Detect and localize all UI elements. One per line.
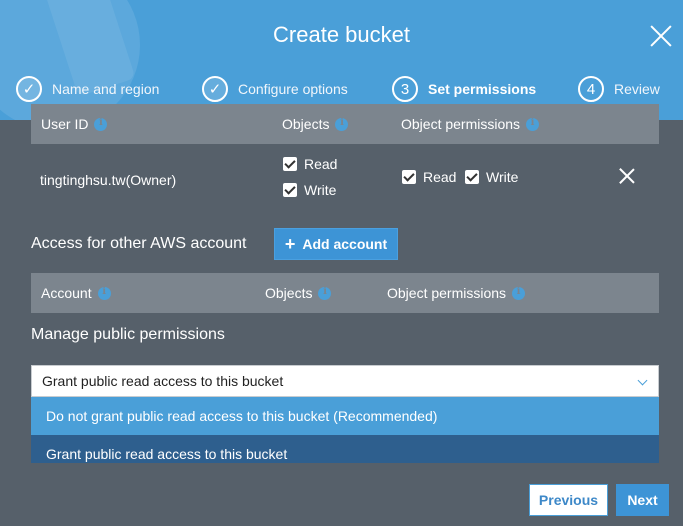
permissions-read-checkbox[interactable] <box>402 170 416 184</box>
step-label: Set permissions <box>428 81 537 97</box>
column-label: Account <box>41 285 92 301</box>
column-user-id: User ID <box>41 116 108 132</box>
column-label: Objects <box>265 285 313 301</box>
objects-read-checkbox[interactable] <box>283 157 297 171</box>
public-permissions-select[interactable]: Grant public read access to this bucket <box>31 365 659 397</box>
column-objects: Objects <box>282 116 349 132</box>
user-id-cell: tingtinghsu.tw(Owner) <box>40 172 177 188</box>
info-icon[interactable] <box>94 117 108 131</box>
checkbox-label: Write <box>304 182 337 198</box>
other-account-label: Access for other AWS account <box>31 235 247 252</box>
checkbox-label: Write <box>486 169 519 185</box>
column-label: Object permissions <box>401 116 521 132</box>
table-row: tingtinghsu.tw(Owner) Read Write Read Wr… <box>31 150 659 210</box>
wizard-steps: ✓ Name and region ✓ Configure options 3 … <box>0 74 683 104</box>
checkbox-label: Read <box>304 156 338 172</box>
objects-write: Write <box>283 182 336 198</box>
option-grant-public-read[interactable]: Grant public read access to this bucket <box>31 435 659 463</box>
column-object-permissions: Object permissions <box>387 285 526 301</box>
info-icon[interactable] <box>97 286 111 300</box>
column-objects: Objects <box>265 285 332 301</box>
step-review[interactable]: 4 Review <box>578 74 660 104</box>
chevron-down-icon <box>637 375 648 386</box>
dialog-title: Create bucket <box>273 22 410 47</box>
close-icon[interactable] <box>649 24 673 48</box>
permissions-write-checkbox[interactable] <box>465 170 479 184</box>
next-button[interactable]: Next <box>616 484 669 516</box>
plus-icon: + <box>284 234 296 254</box>
info-icon[interactable] <box>526 117 540 131</box>
checkbox-label: Read <box>423 169 457 185</box>
add-account-button[interactable]: + Add account <box>274 228 398 260</box>
permissions-read: Read <box>402 169 456 185</box>
step-configure-options[interactable]: ✓ Configure options <box>202 74 348 104</box>
column-label: Object permissions <box>387 285 507 301</box>
column-label: User ID <box>41 116 89 132</box>
option-do-not-grant[interactable]: Do not grant public read access to this … <box>31 397 659 435</box>
user-table-header: User ID Objects Object permissions <box>31 104 659 144</box>
select-value: Grant public read access to this bucket <box>42 373 284 389</box>
info-icon[interactable] <box>512 286 526 300</box>
step-name-and-region[interactable]: ✓ Name and region <box>16 74 159 104</box>
account-table-header: Account Objects Object permissions <box>31 273 659 313</box>
column-object-permissions: Object permissions <box>401 116 540 132</box>
check-icon: ✓ <box>16 76 42 102</box>
info-icon[interactable] <box>335 117 349 131</box>
dialog-header: Create bucket ✓ Name and region ✓ Config… <box>0 0 683 120</box>
column-account: Account <box>41 285 111 301</box>
public-permissions-label: Manage public permissions <box>31 326 225 343</box>
info-icon[interactable] <box>318 286 332 300</box>
check-icon: ✓ <box>202 76 228 102</box>
remove-icon[interactable] <box>619 168 635 184</box>
objects-write-checkbox[interactable] <box>283 183 297 197</box>
step-label: Configure options <box>238 81 348 97</box>
step-label: Name and region <box>52 81 160 97</box>
step-set-permissions[interactable]: 3 Set permissions <box>392 74 536 104</box>
step-number: 3 <box>392 76 418 102</box>
step-number: 4 <box>578 76 604 102</box>
step-label: Review <box>614 81 660 97</box>
previous-button[interactable]: Previous <box>529 484 608 516</box>
column-label: Objects <box>282 116 330 132</box>
add-account-label: Add account <box>302 236 388 252</box>
objects-read: Read <box>283 156 337 172</box>
permissions-write: Write <box>465 169 518 185</box>
public-permissions-options: Do not grant public read access to this … <box>31 397 659 463</box>
